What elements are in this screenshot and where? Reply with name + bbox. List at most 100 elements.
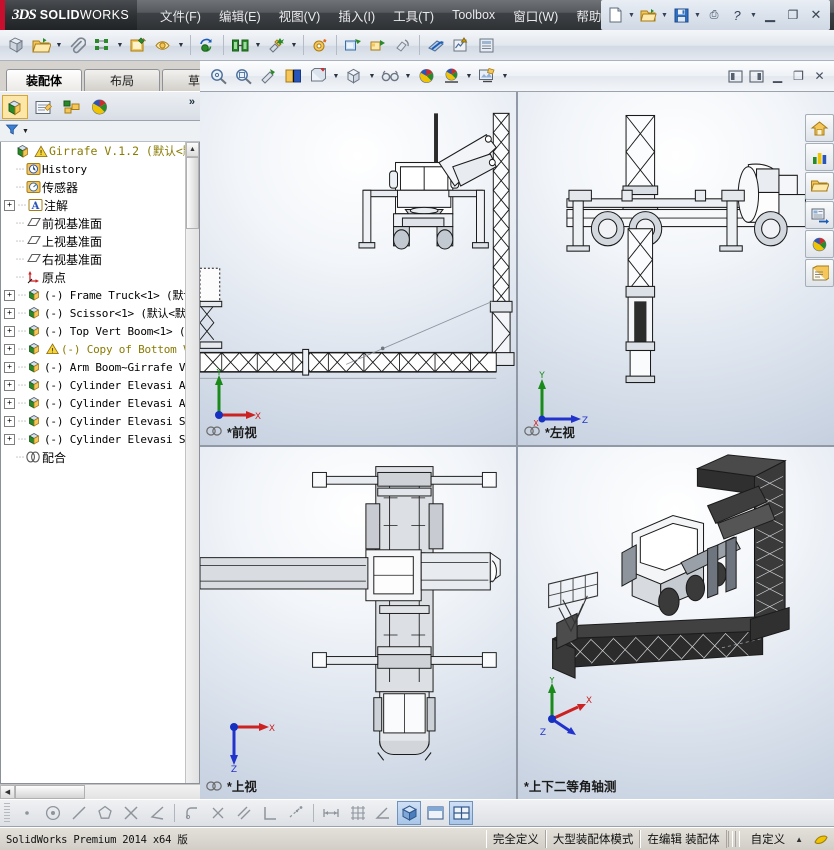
exploded-view-icon[interactable] (341, 33, 365, 57)
tree-expand-toggle[interactable]: + (4, 289, 15, 301)
rotate-component-icon[interactable] (391, 33, 415, 57)
tree-vertical-scrollbar[interactable]: ▲ (185, 142, 199, 783)
tree-scroll-up-button[interactable]: ▲ (186, 142, 199, 157)
section-view-icon[interactable] (281, 64, 305, 88)
mirror-entities-icon[interactable] (206, 801, 230, 825)
open-document-dropdown[interactable]: ▼ (660, 4, 669, 26)
single-view-icon[interactable] (423, 801, 447, 825)
restore-window-icon[interactable]: ❐ (790, 69, 807, 84)
interference-detection-icon[interactable] (424, 33, 448, 57)
menu-window[interactable]: 窗口(W) (504, 2, 567, 29)
tree-item[interactable]: + ⋯ (-) Arm Boom~Girrafe V.1.2 (1, 358, 199, 376)
split-vertical-icon[interactable] (727, 69, 744, 84)
viewport-dimetric[interactable]: Y Z X *上下二等角轴测 (518, 446, 834, 799)
tree-item[interactable]: + ⋯ (-) Cylinder Elevasi Scis (1, 412, 199, 430)
trim-entities-icon[interactable] (119, 801, 143, 825)
smart-fasteners-icon[interactable] (264, 33, 288, 57)
assembly-features-icon[interactable] (308, 33, 332, 57)
open-folder-side-icon[interactable] (805, 172, 834, 200)
tree-hscroll-thumb[interactable] (15, 785, 85, 799)
hide-show-items-dropdown[interactable]: ▼ (403, 64, 413, 88)
appearances-sphere-icon[interactable] (805, 230, 834, 258)
corner-rectangle-icon[interactable] (258, 801, 282, 825)
tree-item[interactable]: ⋯ 上视基准面 (1, 232, 199, 250)
tree-item[interactable]: ⋯ History (1, 160, 199, 178)
menu-insert[interactable]: 插入(I) (329, 2, 384, 29)
offset-entities-icon[interactable] (232, 801, 256, 825)
display-manager-icon[interactable] (86, 95, 112, 119)
zoom-to-area-icon[interactable] (231, 64, 255, 88)
hide-show-items-icon[interactable] (378, 64, 402, 88)
open-folder-dropdown[interactable]: ▼ (54, 33, 64, 57)
menu-view[interactable]: 视图(V) (270, 2, 330, 29)
minimize-window-icon[interactable]: ▁ (769, 69, 786, 84)
display-pane-icon[interactable] (805, 201, 834, 229)
edit-appearance-icon[interactable] (414, 64, 438, 88)
tree-expand-toggle[interactable]: + (4, 397, 15, 409)
tree-expand-toggle[interactable]: + (4, 361, 15, 373)
new-assembly-icon[interactable] (4, 33, 28, 57)
tree-root-assembly[interactable]: ! Girrafe V.1.2 (默认<默认_ (1, 142, 199, 160)
filter-funnel-icon[interactable] (5, 123, 19, 139)
apply-scene-icon[interactable] (439, 64, 463, 88)
mate-icon[interactable] (228, 33, 252, 57)
smart-fasteners-dropdown[interactable]: ▼ (289, 33, 299, 57)
panel-tab-layout[interactable]: 布局 (84, 69, 160, 91)
view-orientation-icon[interactable] (306, 64, 330, 88)
insert-components-dropdown[interactable]: ▼ (115, 33, 125, 57)
notes-icon[interactable] (805, 259, 834, 287)
open-folder-icon[interactable] (29, 33, 53, 57)
four-view-icon[interactable] (449, 801, 473, 825)
menu-tools[interactable]: 工具(T) (384, 2, 443, 29)
tree-expand-toggle[interactable]: + (4, 325, 15, 337)
close-window-icon[interactable]: ✕ (811, 69, 828, 84)
appearance-chart-icon[interactable] (805, 143, 834, 171)
shaded-view-icon[interactable] (397, 801, 421, 825)
new-document-dropdown[interactable]: ▼ (627, 4, 636, 26)
tree-item[interactable]: + ⋯ (-) Cylinder Elevasi Scis (1, 430, 199, 448)
angle-entity-icon[interactable] (145, 801, 169, 825)
save-document-icon[interactable] (670, 4, 692, 26)
filter-dropdown-icon[interactable]: ▼ (22, 128, 29, 135)
status-expand-arrow[interactable]: ▲ (795, 835, 813, 844)
linear-pattern-icon[interactable] (345, 801, 369, 825)
tree-expand-toggle[interactable]: + (4, 379, 15, 391)
split-horizontal-icon[interactable] (748, 69, 765, 84)
hidden-components-icon[interactable] (151, 33, 175, 57)
point-icon[interactable] (15, 801, 39, 825)
tree-scroll-left-button[interactable]: ◀ (0, 785, 15, 799)
previous-view-icon[interactable] (256, 64, 280, 88)
edit-component-icon[interactable] (126, 33, 150, 57)
close-button[interactable]: ✕ (805, 4, 827, 26)
tree-item[interactable]: + ⋯ (-) Cylinder Elevasi Arm 1 (1, 376, 199, 394)
flag-icon[interactable] (813, 831, 828, 848)
zoom-to-fit-icon[interactable] (206, 64, 230, 88)
tree-item[interactable]: + ⋯ (-) Top Vert Boom<1> (默认 (1, 322, 199, 340)
tree-horizontal-scrollbar[interactable]: ◀ (0, 784, 200, 799)
line-icon[interactable] (67, 801, 91, 825)
tree-item[interactable]: ⋯ 前视基准面 (1, 214, 199, 232)
tree-expand-toggle[interactable]: + (4, 199, 15, 211)
tree-item[interactable]: + ⋯ A 注解 (1, 196, 199, 214)
polygon-icon[interactable] (93, 801, 117, 825)
toolbar-grip[interactable] (4, 803, 10, 823)
viewport-top[interactable]: X Z *上视 (200, 446, 516, 799)
tree-item[interactable]: ⋯ 原点 (1, 268, 199, 286)
bill-of-materials-icon[interactable] (474, 33, 498, 57)
print-icon[interactable]: ⎙ (703, 4, 725, 26)
tree-expand-toggle[interactable]: + (4, 343, 15, 355)
smart-dimension-icon[interactable] (319, 801, 343, 825)
menu-file[interactable]: 文件(F) (151, 2, 210, 29)
menu-edit[interactable]: 编辑(E) (210, 2, 270, 29)
tree-item[interactable]: + ⋯! (-) Copy of Bottom Ver (1, 340, 199, 358)
help-question-icon[interactable]: ? (726, 4, 748, 26)
attach-clip-icon[interactable] (65, 33, 89, 57)
tree-scroll-thumb[interactable] (186, 157, 199, 229)
restore-button[interactable]: ❐ (782, 4, 804, 26)
minimize-button[interactable]: ▁ (759, 4, 781, 26)
status-customize-label[interactable]: 自定义 (741, 831, 796, 847)
configuration-manager-icon[interactable] (58, 95, 84, 119)
apply-scene-dropdown[interactable]: ▼ (464, 64, 474, 88)
display-style-icon[interactable] (342, 64, 366, 88)
panel-expand-chevron[interactable]: » (189, 96, 195, 108)
